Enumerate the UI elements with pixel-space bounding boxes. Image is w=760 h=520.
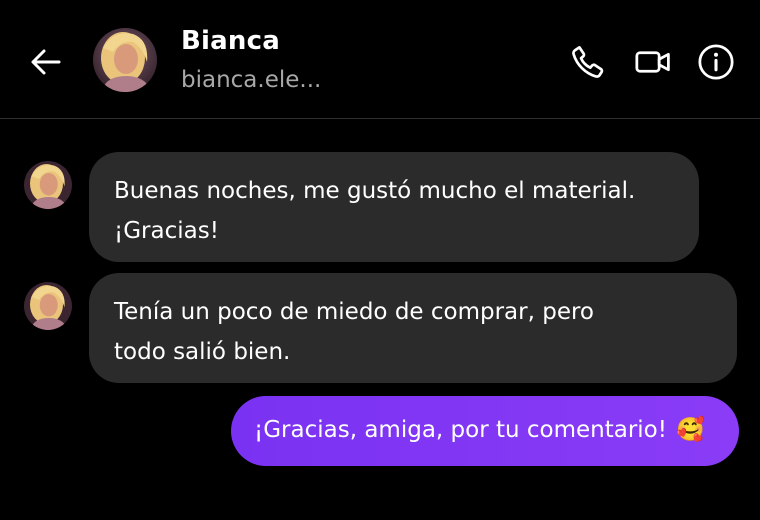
message-avatar-image [24, 161, 72, 209]
incoming-message-bubble[interactable]: Buenas noches, me gustó mucho el materia… [89, 152, 699, 262]
message-avatar[interactable] [24, 161, 72, 209]
incoming-message-bubble[interactable]: Tenía un poco de miedo de comprar, pero … [89, 273, 737, 383]
outgoing-message-bubble[interactable]: ¡Gracias, amiga, por tu comentario! 🥰 [231, 396, 739, 466]
message-avatar[interactable] [24, 282, 72, 330]
info-icon [698, 44, 734, 80]
video-call-button[interactable] [629, 38, 677, 86]
smiling-face-with-hearts-emoji: 🥰 [676, 417, 705, 443]
video-camera-icon [635, 51, 670, 73]
info-button[interactable] [692, 38, 740, 86]
chat-header: Bianca bianca.ele... [0, 0, 760, 118]
contact-avatar[interactable] [93, 28, 157, 92]
back-arrow-icon [31, 49, 61, 75]
header-divider [0, 118, 760, 119]
phone-icon [572, 46, 604, 78]
back-button[interactable] [22, 38, 70, 86]
contact-avatar-image [93, 28, 157, 92]
call-button[interactable] [564, 38, 612, 86]
message-avatar-image [24, 282, 72, 330]
outgoing-message-text: ¡Gracias, amiga, por tu comentario! [254, 417, 667, 443]
contact-name[interactable]: Bianca [181, 26, 280, 56]
contact-username[interactable]: bianca.ele... [181, 67, 321, 93]
